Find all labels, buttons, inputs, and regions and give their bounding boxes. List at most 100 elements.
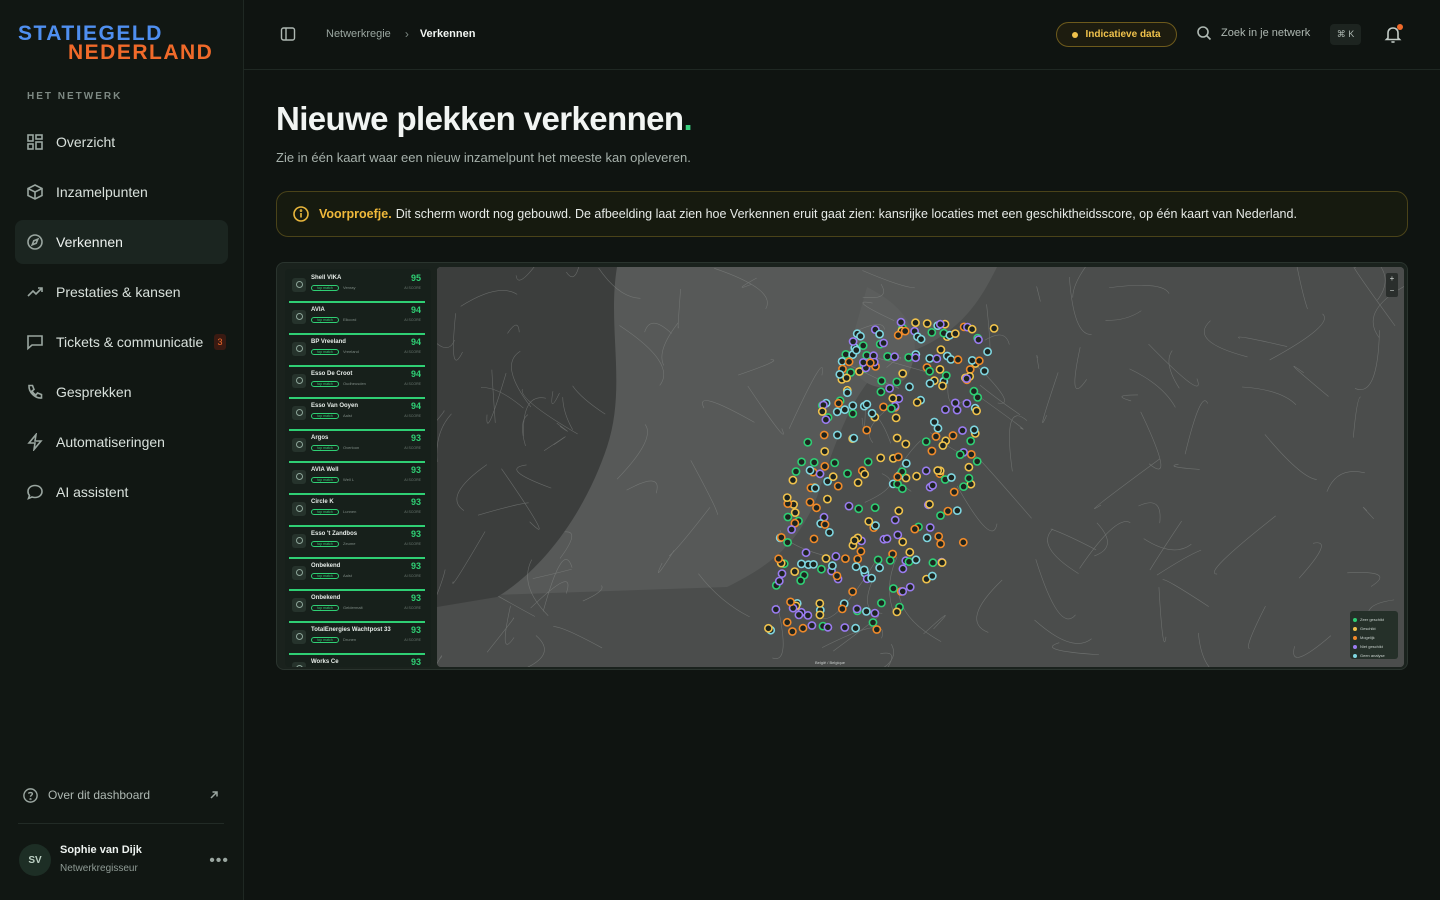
map-location-marker[interactable] bbox=[879, 402, 888, 412]
sidebar-item-tickets[interactable]: Tickets & communicatie 3 bbox=[15, 320, 228, 364]
map-location-marker[interactable] bbox=[812, 503, 821, 513]
location-card[interactable]: Esso 't Zandbos top match Zeume 93 AI SCORE bbox=[289, 529, 425, 559]
map-location-marker[interactable] bbox=[787, 525, 796, 534]
map-location-marker[interactable] bbox=[876, 387, 886, 397]
map-location-marker[interactable] bbox=[787, 627, 797, 636]
sidebar-item-prestaties[interactable]: Prestaties & kansen bbox=[15, 270, 228, 314]
map-location-marker[interactable] bbox=[830, 458, 840, 468]
map-location-marker[interactable] bbox=[771, 604, 781, 614]
map-location-marker[interactable] bbox=[840, 554, 850, 563]
location-card[interactable]: Works Cetop match93AI SCORE bbox=[289, 657, 425, 667]
map-location-marker[interactable] bbox=[809, 534, 819, 544]
sidebar-item-ai-assistent[interactable]: AI assistent bbox=[15, 470, 228, 514]
map-location-marker[interactable] bbox=[912, 471, 921, 481]
map-location-marker[interactable] bbox=[832, 430, 842, 440]
map-location-marker[interactable] bbox=[989, 324, 999, 333]
map-location-marker[interactable] bbox=[974, 356, 984, 366]
map-location-marker[interactable] bbox=[892, 433, 902, 443]
map-location-marker[interactable] bbox=[936, 511, 945, 520]
map-location-marker[interactable] bbox=[974, 335, 983, 345]
map-location-marker[interactable] bbox=[840, 405, 850, 415]
map-location-marker[interactable] bbox=[900, 326, 910, 336]
map-location-marker[interactable] bbox=[901, 439, 911, 449]
map-location-marker[interactable] bbox=[931, 432, 941, 441]
map-location-marker[interactable] bbox=[858, 358, 868, 367]
map-location-marker[interactable] bbox=[922, 533, 932, 543]
map-location-marker[interactable] bbox=[848, 587, 857, 596]
map-location-marker[interactable] bbox=[859, 565, 869, 575]
map-location-marker[interactable] bbox=[892, 377, 902, 387]
map-location-marker[interactable] bbox=[897, 484, 907, 494]
map-location-marker[interactable] bbox=[849, 433, 859, 443]
map-location-marker[interactable] bbox=[940, 405, 950, 414]
map-location-marker[interactable] bbox=[888, 584, 898, 593]
map-location-marker[interactable] bbox=[962, 374, 971, 383]
map-location-marker[interactable] bbox=[873, 555, 883, 565]
map-location-marker[interactable] bbox=[805, 465, 815, 475]
map-location-marker[interactable] bbox=[901, 458, 911, 468]
sidebar-item-verkennen[interactable]: Verkennen bbox=[15, 220, 228, 264]
map-location-marker[interactable] bbox=[896, 317, 906, 327]
map-location-marker[interactable] bbox=[794, 610, 804, 620]
location-card[interactable]: Onbekend top match Aalst 93 AI SCORE bbox=[289, 561, 425, 591]
map-location-marker[interactable] bbox=[904, 353, 913, 362]
map-location-marker[interactable] bbox=[927, 328, 937, 337]
map-location-marker[interactable] bbox=[964, 473, 974, 483]
map-location-marker[interactable] bbox=[824, 527, 834, 537]
map-location-marker[interactable] bbox=[853, 554, 863, 564]
map-location-marker[interactable] bbox=[862, 425, 872, 435]
map-location-marker[interactable] bbox=[850, 535, 859, 545]
map-location-marker[interactable] bbox=[868, 618, 878, 627]
map-location-marker[interactable] bbox=[936, 539, 945, 549]
map-location-marker[interactable] bbox=[948, 431, 958, 440]
map-location-marker[interactable] bbox=[898, 369, 908, 378]
sidebar-item-overzicht[interactable]: Overzicht bbox=[15, 120, 228, 164]
map-location-marker[interactable] bbox=[938, 441, 948, 450]
map-zoom-controls[interactable]: + − bbox=[1386, 273, 1398, 297]
map-location-marker[interactable] bbox=[927, 446, 937, 456]
map-location-marker[interactable] bbox=[967, 356, 977, 365]
map-location-marker[interactable] bbox=[925, 379, 935, 388]
map-location-marker[interactable] bbox=[844, 501, 854, 511]
more-options-icon[interactable]: ••• bbox=[209, 852, 229, 870]
map-location-marker[interactable] bbox=[943, 506, 953, 516]
map-location-marker[interactable] bbox=[941, 371, 951, 380]
map-location-marker[interactable] bbox=[966, 449, 976, 459]
map-location-marker[interactable] bbox=[925, 354, 935, 363]
map-location-marker[interactable] bbox=[809, 457, 819, 467]
map-location-marker[interactable] bbox=[861, 606, 871, 616]
notifications-button[interactable] bbox=[1383, 24, 1403, 44]
map-location-marker[interactable] bbox=[928, 558, 938, 568]
map-location-marker[interactable] bbox=[872, 625, 882, 634]
map-location-marker[interactable] bbox=[969, 425, 979, 435]
location-card[interactable]: AVIA Well top match Well L 93 AI SCORE bbox=[289, 465, 425, 495]
map-location-marker[interactable] bbox=[828, 472, 838, 482]
map-location-marker[interactable] bbox=[925, 366, 934, 376]
map-location-marker[interactable] bbox=[871, 521, 880, 530]
map-location-marker[interactable] bbox=[865, 358, 875, 368]
map-location-marker[interactable] bbox=[801, 548, 811, 558]
map-location-marker[interactable] bbox=[893, 330, 903, 340]
map-location-marker[interactable] bbox=[803, 437, 813, 447]
map-location-marker[interactable] bbox=[905, 547, 915, 557]
map-location-marker[interactable] bbox=[858, 341, 868, 350]
map-location-marker[interactable] bbox=[864, 516, 874, 526]
map-location-marker[interactable] bbox=[892, 607, 902, 617]
map-location-marker[interactable] bbox=[969, 386, 979, 396]
map-location-marker[interactable] bbox=[783, 537, 792, 547]
map-location-marker[interactable] bbox=[820, 520, 830, 529]
map-location-marker[interactable] bbox=[893, 472, 903, 482]
location-card[interactable]: Argos top match Overloon 93 AI SCORE bbox=[289, 433, 425, 463]
map-location-marker[interactable] bbox=[885, 384, 894, 393]
location-card[interactable]: Onbekend top match Geldermalt 93 AI SCORE bbox=[289, 593, 425, 623]
map-location-marker[interactable] bbox=[972, 406, 981, 416]
map-location-marker[interactable] bbox=[890, 515, 900, 525]
map-location-marker[interactable] bbox=[890, 352, 899, 362]
map-location-marker[interactable] bbox=[935, 365, 945, 374]
map-location-marker[interactable] bbox=[933, 466, 943, 475]
map-location-marker[interactable] bbox=[936, 345, 946, 354]
indicative-data-badge[interactable]: Indicatieve data bbox=[1056, 22, 1177, 47]
sidebar-item-automatiseringen[interactable]: Automatiseringen bbox=[15, 420, 228, 464]
location-card[interactable]: Shell VIKA top match Venray 95 AI SCORE bbox=[289, 273, 425, 303]
map-location-marker[interactable] bbox=[821, 554, 831, 563]
